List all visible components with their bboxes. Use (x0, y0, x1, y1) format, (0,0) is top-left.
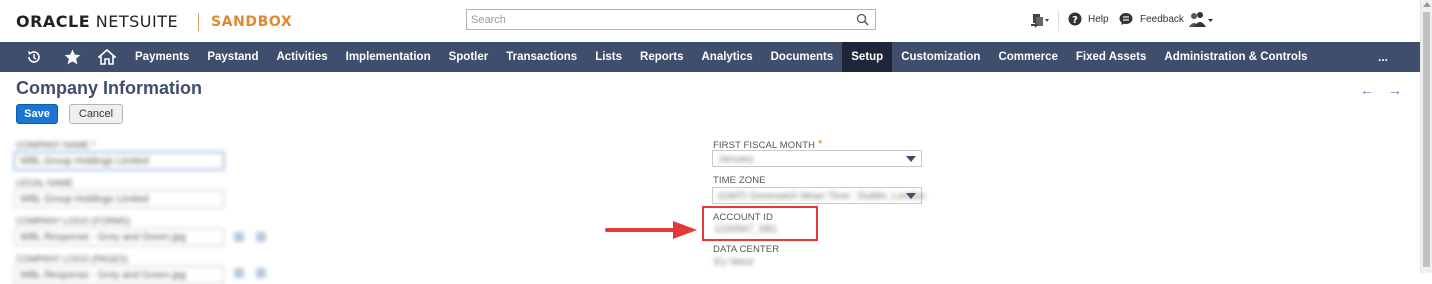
scroll-up-arrow-icon[interactable] (1423, 2, 1431, 7)
logo-pages-open-icon[interactable] (256, 268, 266, 278)
next-record-arrow-icon[interactable]: → (1388, 82, 1402, 98)
feedback-link[interactable]: Feedback (1140, 14, 1184, 25)
home-icon[interactable] (96, 48, 118, 70)
nav-item-implementation[interactable]: Implementation (337, 42, 440, 72)
annotation-highlight-box (702, 206, 818, 241)
legal-name-label: LEGAL NAME (16, 178, 74, 188)
page-title: Company Information (16, 78, 203, 98)
nav-item-payments[interactable]: Payments (126, 42, 198, 72)
data-center-label: DATA CENTER (713, 244, 780, 255)
help-link[interactable]: Help (1088, 14, 1109, 25)
record-navigation: ← → (1360, 82, 1412, 98)
global-search[interactable] (466, 9, 876, 30)
nav-item-lists[interactable]: Lists (586, 42, 631, 72)
help-icon[interactable]: ? (1068, 12, 1082, 31)
brand-netsuite: NETSUITE (95, 12, 179, 31)
timezone-label: TIME ZONE (713, 175, 766, 186)
nav-item-customization[interactable]: Customization (892, 42, 989, 72)
recent-records-icon[interactable] (1030, 12, 1050, 33)
global-header: ORACLE NETSUITE SANDBOX ? Help Feedback (0, 0, 1420, 42)
environment-badge: SANDBOX (211, 14, 293, 30)
previous-record-arrow-icon[interactable]: ← (1360, 82, 1374, 98)
nav-item-reports[interactable]: Reports (631, 42, 692, 72)
search-icon[interactable] (856, 13, 869, 31)
nav-more-button[interactable]: ... (1378, 42, 1388, 72)
timezone-value: (GMT) Greenwich Mean Time : Dublin, Lond… (718, 191, 926, 202)
nav-item-paystand[interactable]: Paystand (198, 42, 267, 72)
logo-forms-add-icon[interactable] (234, 232, 244, 242)
main-navigation: Payments Paystand Activities Implementation… (0, 42, 1420, 72)
nav-item-administration-and-controls[interactable]: Administration & Controls (1155, 42, 1316, 72)
save-button[interactable]: Save (16, 104, 58, 124)
brand-oracle: ORACLE (16, 12, 91, 31)
favorites-star-icon[interactable] (64, 49, 81, 70)
logo-pages-label: COMPANY LOGO (PAGES) (16, 254, 129, 264)
logo-pages-select[interactable]: WBL Response - Grey and Green.jpg (14, 266, 224, 284)
search-input[interactable] (471, 11, 851, 29)
timezone-select[interactable]: (GMT) Greenwich Mean Time : Dublin, Lond… (712, 187, 926, 204)
fiscal-month-select[interactable]: January (712, 150, 922, 167)
cancel-button[interactable]: Cancel (69, 104, 123, 124)
oracle-netsuite-logo[interactable]: ORACLE NETSUITE (16, 12, 178, 31)
logo-forms-label: COMPANY LOGO (FORMS) (16, 216, 131, 226)
company-name-field[interactable]: WBL Group Holdings Limited (14, 152, 224, 170)
required-asterisk: * (817, 137, 823, 151)
svg-text:?: ? (1072, 15, 1078, 26)
nav-item-transactions[interactable]: Transactions (497, 42, 586, 72)
logo-pages-add-icon[interactable] (234, 268, 244, 278)
nav-item-analytics[interactable]: Analytics (692, 42, 761, 72)
scroll-thumb[interactable] (1423, 12, 1430, 267)
user-role-menu-icon[interactable] (1188, 12, 1214, 33)
page-scrollbar[interactable] (1420, 0, 1432, 273)
fiscal-month-value: January (718, 154, 754, 165)
nav-item-setup[interactable]: Setup (842, 42, 893, 72)
feedback-icon[interactable] (1119, 12, 1133, 31)
header-divider (1058, 11, 1059, 31)
nav-item-activities[interactable]: Activities (267, 42, 336, 72)
brand-divider (198, 13, 199, 31)
legal-name-field[interactable]: WBL Group Holdings Limited (14, 190, 224, 208)
annotation-arrow-icon (605, 221, 697, 239)
nav-item-fixed-assets[interactable]: Fixed Assets (1067, 42, 1156, 72)
dropdown-arrow-icon[interactable] (906, 193, 916, 199)
nav-item-commerce[interactable]: Commerce (989, 42, 1066, 72)
logo-forms-open-icon[interactable] (256, 232, 266, 242)
nav-item-documents[interactable]: Documents (762, 42, 843, 72)
nav-item-spotler[interactable]: Spotler (440, 42, 498, 72)
data-center-value: EU West (714, 257, 754, 268)
nav-menu: Payments Paystand Activities Implementation… (126, 42, 1317, 72)
logo-forms-select[interactable]: WBL Response - Grey and Green.jpg (14, 228, 224, 246)
dropdown-arrow-icon[interactable] (906, 156, 916, 162)
fiscal-month-label: FIRST FISCAL MONTH * (713, 137, 823, 151)
company-name-label: COMPANY NAME * (16, 140, 96, 150)
recent-history-icon[interactable] (26, 49, 42, 70)
